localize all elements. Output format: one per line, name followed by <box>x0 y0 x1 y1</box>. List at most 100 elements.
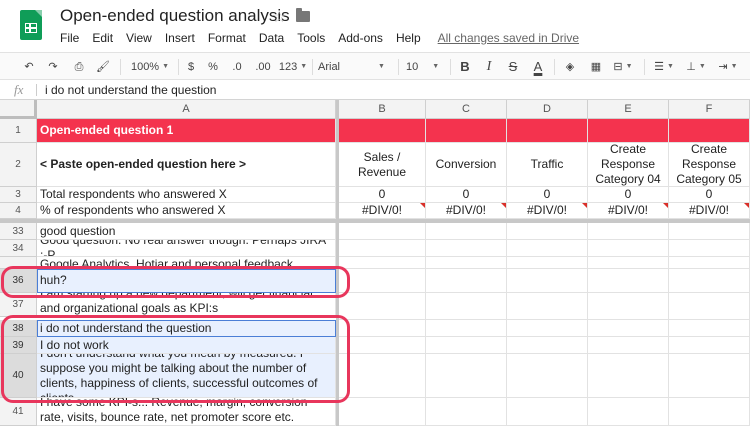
cell-d2[interactable]: Traffic <box>507 143 588 187</box>
empty-cell[interactable] <box>588 269 669 293</box>
cell-a35[interactable]: Google Analytics, Hotjar and personal fe… <box>37 257 336 269</box>
empty-cell[interactable] <box>507 293 588 320</box>
row-header[interactable]: 36 <box>0 269 37 293</box>
increase-decimal-button[interactable]: .00 <box>252 59 274 75</box>
column-header-b[interactable]: B <box>339 100 426 119</box>
empty-cell[interactable] <box>507 354 588 398</box>
empty-cell[interactable] <box>507 223 588 240</box>
more-formats-button[interactable]: 123 ▼ <box>278 59 308 75</box>
cell-d4[interactable]: #DIV/0! <box>507 203 588 219</box>
empty-cell[interactable] <box>507 257 588 269</box>
empty-cell[interactable] <box>669 354 750 398</box>
row-header[interactable]: 1 <box>0 119 37 143</box>
paint-format-icon[interactable]: 🖌 <box>94 59 112 75</box>
strikethrough-button[interactable]: S <box>506 59 520 75</box>
empty-cell[interactable] <box>507 337 588 354</box>
empty-cell[interactable] <box>669 223 750 240</box>
folder-icon[interactable] <box>296 8 310 22</box>
row-header[interactable]: 4 <box>0 203 37 219</box>
cell-e3[interactable]: 0 <box>588 187 669 203</box>
empty-cell[interactable] <box>426 337 507 354</box>
cell-f1[interactable] <box>669 119 750 143</box>
currency-button[interactable]: $ <box>184 59 198 75</box>
cell-a37[interactable]: I am starting up a new department, will … <box>37 293 336 317</box>
row-header[interactable]: 40 <box>0 354 37 398</box>
column-header-c[interactable]: C <box>426 100 507 119</box>
redo-icon[interactable]: ↷ <box>44 59 62 75</box>
empty-cell[interactable] <box>669 240 750 257</box>
cell-a34[interactable]: Good question. No real answer though. Pe… <box>37 240 336 257</box>
cell-f2[interactable]: Create Response Category 05 <box>669 143 750 187</box>
font-select[interactable]: Arial ▼ <box>318 59 390 75</box>
empty-cell[interactable] <box>669 269 750 293</box>
document-title[interactable]: Open-ended question analysis <box>60 6 290 26</box>
row-header[interactable]: 33 <box>0 223 37 240</box>
frozen-columns-divider[interactable] <box>336 100 339 426</box>
empty-cell[interactable] <box>339 320 426 337</box>
cell-f3[interactable]: 0 <box>669 187 750 203</box>
horizontal-align-icon[interactable]: ☰ ▼ <box>652 59 676 75</box>
empty-cell[interactable] <box>588 320 669 337</box>
print-icon[interactable]: ⎙ <box>70 59 88 75</box>
menu-help[interactable]: Help <box>396 31 421 45</box>
empty-cell[interactable] <box>669 398 750 426</box>
empty-cell[interactable] <box>426 223 507 240</box>
empty-cell[interactable] <box>669 337 750 354</box>
cell-f4[interactable]: #DIV/0! <box>669 203 750 219</box>
row-header[interactable]: 37 <box>0 293 37 317</box>
column-header-a[interactable]: A <box>37 100 336 119</box>
cell-e2[interactable]: Create Response Category 04 <box>588 143 669 187</box>
merge-cells-icon[interactable]: ⊟ ▼ <box>612 59 634 75</box>
text-color-button[interactable]: A <box>530 59 546 75</box>
empty-cell[interactable] <box>426 240 507 257</box>
cell-c2[interactable]: Conversion <box>426 143 507 187</box>
cell-b1[interactable] <box>339 119 426 143</box>
cell-a1[interactable]: Open-ended question 1 <box>37 119 336 143</box>
menu-tools[interactable]: Tools <box>297 31 325 45</box>
select-all-corner[interactable] <box>0 100 37 119</box>
cell-c1[interactable] <box>426 119 507 143</box>
column-header-d[interactable]: D <box>507 100 588 119</box>
empty-cell[interactable] <box>339 269 426 293</box>
text-wrap-icon[interactable]: ⇥ ▼ <box>716 59 740 75</box>
cell-a4[interactable]: % of respondents who answered X <box>37 203 336 219</box>
menu-addons[interactable]: Add-ons <box>338 31 383 45</box>
menu-format[interactable]: Format <box>208 31 246 45</box>
cell-b3[interactable]: 0 <box>339 187 426 203</box>
percent-button[interactable]: % <box>206 59 220 75</box>
empty-cell[interactable] <box>426 320 507 337</box>
cell-e4[interactable]: #DIV/0! <box>588 203 669 219</box>
cell-b4[interactable]: #DIV/0! <box>339 203 426 219</box>
empty-cell[interactable] <box>339 240 426 257</box>
fill-color-icon[interactable]: ◈ <box>562 59 578 75</box>
row-header[interactable]: 41 <box>0 398 37 426</box>
spreadsheet-grid[interactable]: A B C D E F 1 Open-ended question 1 2 < … <box>0 100 750 426</box>
empty-cell[interactable] <box>669 293 750 320</box>
formula-input[interactable]: i do not understand the question <box>45 83 216 97</box>
cell-c3[interactable]: 0 <box>426 187 507 203</box>
empty-cell[interactable] <box>588 354 669 398</box>
empty-cell[interactable] <box>426 293 507 320</box>
row-header[interactable]: 3 <box>0 187 37 203</box>
empty-cell[interactable] <box>426 398 507 426</box>
zoom-select[interactable]: 100% ▼ <box>128 59 172 75</box>
star-icon[interactable]: ☆ <box>272 7 286 27</box>
row-header[interactable] <box>0 257 37 269</box>
menu-edit[interactable]: Edit <box>92 31 113 45</box>
empty-cell[interactable] <box>426 257 507 269</box>
undo-icon[interactable]: ↶ <box>20 59 38 75</box>
empty-cell[interactable] <box>588 223 669 240</box>
empty-cell[interactable] <box>339 337 426 354</box>
menu-view[interactable]: View <box>126 31 152 45</box>
empty-cell[interactable] <box>339 257 426 269</box>
menu-file[interactable]: File <box>60 31 79 45</box>
font-size-select[interactable]: 10 ▼ <box>406 59 442 75</box>
cell-a33[interactable]: good question <box>37 223 336 240</box>
menu-insert[interactable]: Insert <box>165 31 195 45</box>
italic-button[interactable]: I <box>482 59 496 75</box>
cell-a40[interactable]: I don't understand what you mean by meas… <box>37 354 336 398</box>
empty-cell[interactable] <box>669 320 750 337</box>
empty-cell[interactable] <box>588 293 669 320</box>
row-header[interactable]: 38 <box>0 320 37 337</box>
empty-cell[interactable] <box>588 337 669 354</box>
